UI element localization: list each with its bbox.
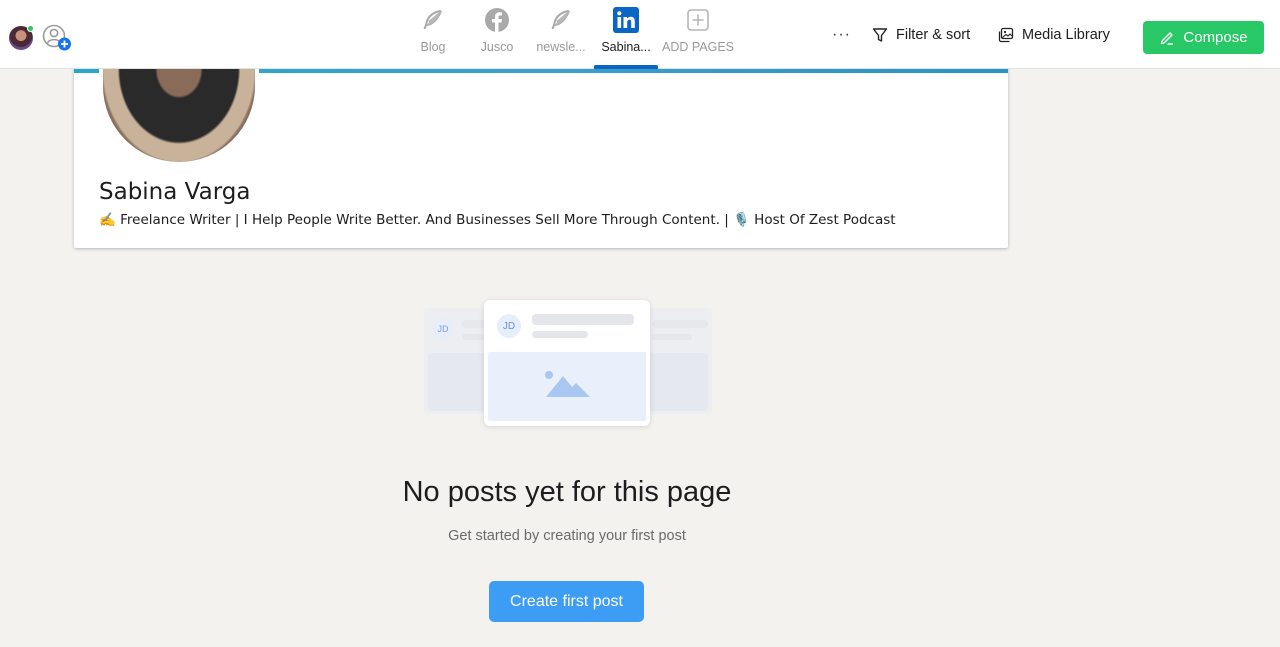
filter-sort-button[interactable]: Filter & sort (872, 27, 970, 43)
page-tab-label: ADD PAGES (662, 40, 735, 54)
sample-post-line (532, 331, 588, 338)
compose-button[interactable]: Compose (1143, 21, 1264, 54)
page-tab-sabina[interactable]: Sabina... (594, 0, 658, 69)
empty-state-illustration: JD JD (422, 300, 714, 426)
feather-icon (420, 7, 446, 33)
add-user-icon (42, 24, 71, 51)
filter-icon (872, 28, 888, 42)
page-tab-label: newsle... (536, 40, 586, 54)
add-user-button[interactable] (42, 24, 74, 52)
page-tab-label: Blog (420, 40, 446, 54)
page-tab-newsletter[interactable]: newsle... (535, 0, 587, 69)
sample-post-line (532, 314, 634, 325)
facebook-icon (484, 7, 510, 33)
ghost-line (652, 334, 692, 340)
sample-post-avatar: JD (497, 314, 521, 338)
feather-icon (548, 7, 574, 33)
more-options-button[interactable]: ··· (832, 26, 851, 44)
empty-state-subtitle: Get started by creating your first post (448, 528, 686, 544)
ghost-line (652, 320, 708, 328)
media-library-button[interactable]: Media Library (998, 27, 1110, 43)
filter-sort-label: Filter & sort (896, 27, 971, 43)
page-tab-label: Sabina... (601, 40, 651, 54)
top-navigation-bar: Blog Jusco newsle... Sabina... ADD PAGES… (0, 0, 1280, 69)
page-tab-blog[interactable]: Blog (412, 0, 454, 69)
compose-label: Compose (1183, 29, 1248, 46)
pencil-icon (1161, 31, 1174, 45)
add-pages-button[interactable]: ADD PAGES (662, 0, 734, 69)
profile-headline: ✍️ Freelance Writer | I Help People Writ… (99, 212, 896, 228)
page-tab-jusco[interactable]: Jusco (476, 0, 518, 69)
linkedin-icon (613, 7, 639, 33)
add-square-icon (685, 7, 711, 33)
user-avatar[interactable] (9, 25, 34, 50)
profile-name: Sabina Varga (99, 179, 251, 205)
create-first-post-button[interactable]: Create first post (489, 581, 644, 622)
empty-state-title: No posts yet for this page (402, 476, 732, 508)
image-placeholder-icon (545, 371, 590, 397)
media-library-label: Media Library (1022, 27, 1110, 43)
sample-post-image-area (488, 352, 646, 421)
online-status-dot (27, 25, 34, 32)
active-tab-indicator (594, 65, 658, 69)
page-tab-label: Jusco (480, 40, 514, 54)
sample-post-card: JD (484, 300, 650, 426)
media-library-icon (998, 27, 1014, 43)
ghost-avatar: JD (432, 318, 454, 340)
